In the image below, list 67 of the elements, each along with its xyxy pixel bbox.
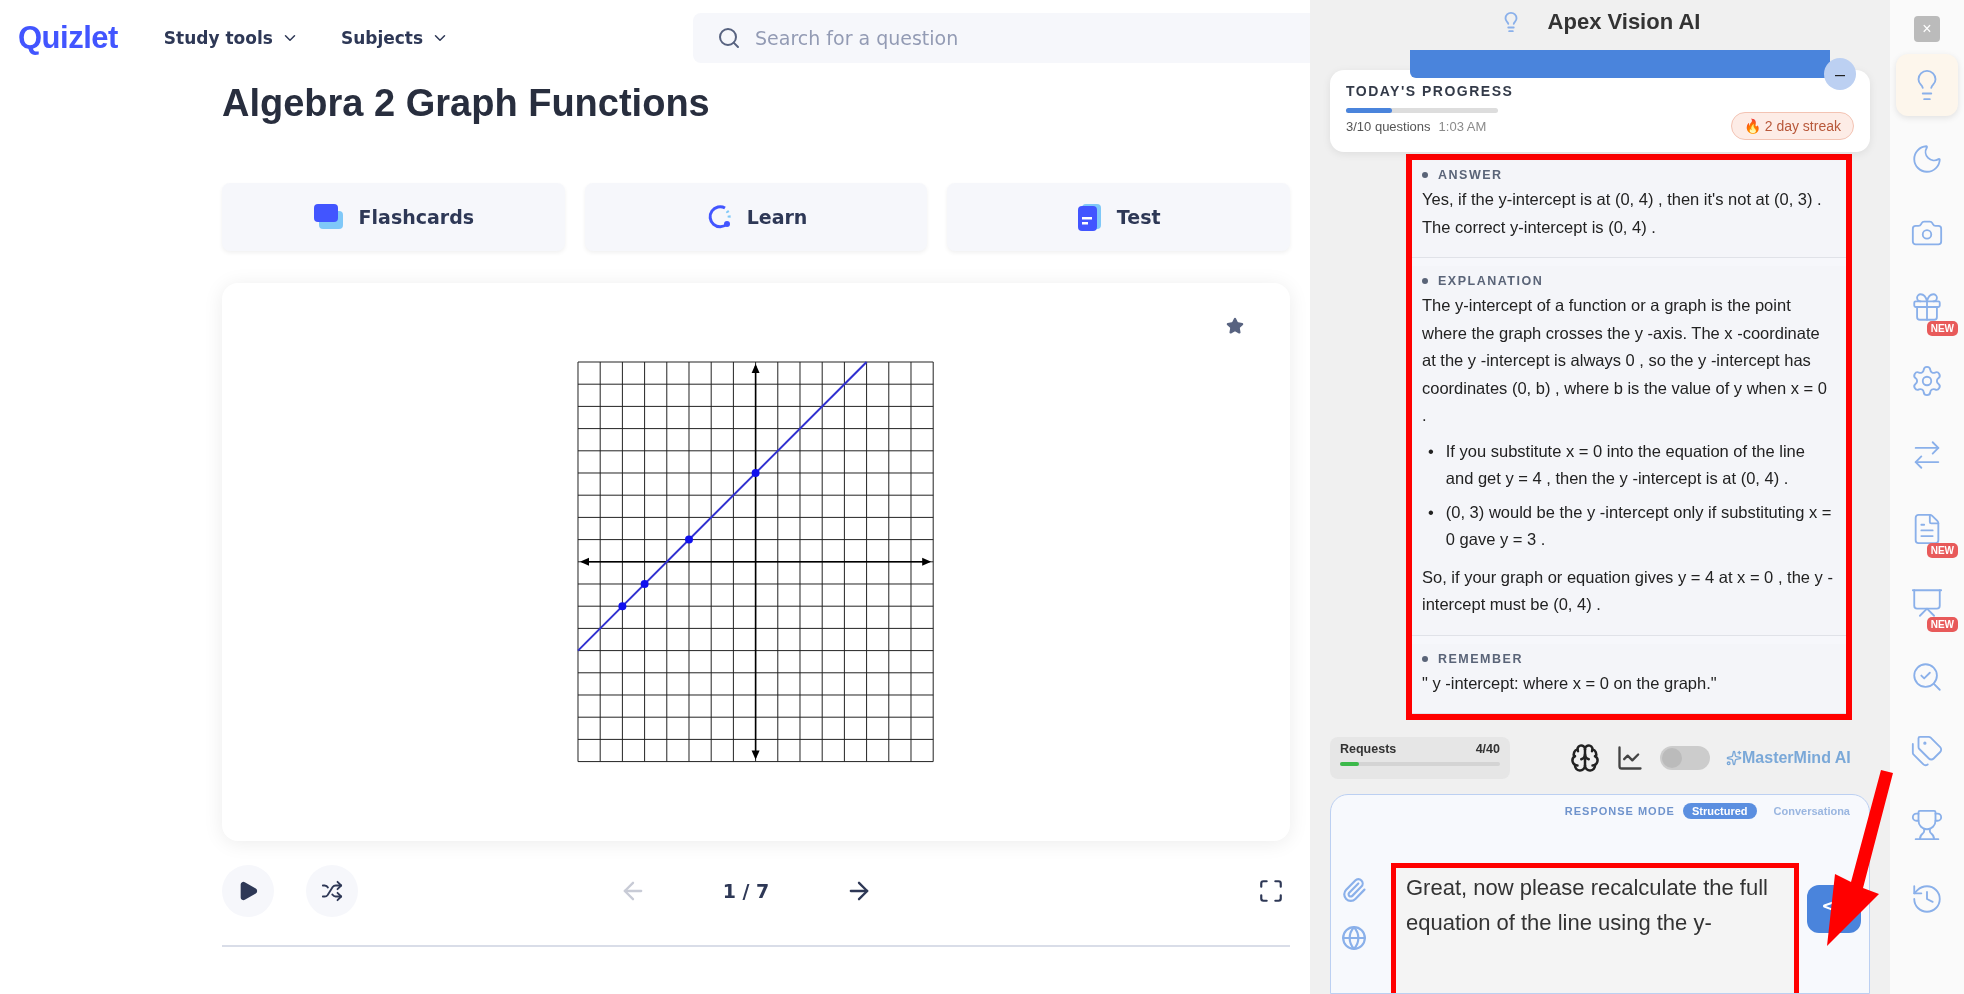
search-icon — [717, 26, 741, 50]
mode-option[interactable]: Structured — [1682, 803, 1757, 819]
question-count: 3/10 questions — [1346, 119, 1431, 134]
new-badge: NEW — [1926, 617, 1958, 632]
magnifier-icon — [1910, 660, 1944, 694]
message-input[interactable]: Great, now please recalculate the full equation of the line using the y- — [1396, 868, 1794, 942]
quizlet-logo[interactable]: Quizlet — [18, 20, 118, 56]
section-heading: REMEMBER — [1438, 651, 1523, 666]
answer-text: So, if your graph or equation gives y = 4 at x = 0 , the y -intercept must be (0, 4) . — [1422, 566, 1834, 615]
toolbar-button[interactable]: NEW — [1896, 498, 1958, 560]
fullscreen-icon — [1258, 878, 1284, 904]
list-item: If you substitute x = 0 into the equation of the line and get y = 4 , then the y -intercept is at (0, 4) . — [1445, 440, 1806, 489]
progress-heading: TODAY'S PROGRESS — [1346, 83, 1514, 99]
toolbar-button[interactable]: NEW — [1896, 572, 1958, 634]
nav-menu[interactable]: Study tools — [157, 27, 305, 49]
set-title: Algebra 2 Graph Functions — [222, 82, 711, 125]
sparkle-icon — [1726, 750, 1742, 766]
graph-point — [752, 469, 760, 478]
section-heading: ANSWER — [1438, 168, 1503, 182]
moon-icon — [1910, 142, 1944, 176]
new-badge: NEW — [1926, 321, 1958, 336]
settings-icon — [1910, 364, 1944, 398]
mastermind-label: MasterMind AI — [1742, 749, 1851, 767]
graph-point — [618, 602, 627, 611]
nav-menu[interactable]: Subjects — [334, 27, 456, 49]
flashcard[interactable] — [222, 283, 1290, 841]
toolbar-button[interactable] — [1896, 54, 1958, 116]
chart-icon[interactable] — [1616, 744, 1644, 772]
graph-point — [641, 580, 649, 589]
brain-icon[interactable] — [1570, 743, 1600, 773]
globe-icon[interactable] — [1341, 925, 1367, 951]
requests-count: 4/40 — [1475, 742, 1500, 756]
toolbar-button[interactable]: NEW — [1896, 276, 1958, 338]
flashcards-icon — [312, 203, 345, 231]
star-icon[interactable] — [1226, 317, 1244, 335]
history-icon — [1910, 882, 1944, 916]
new-badge: NEW — [1926, 543, 1958, 558]
presentation-icon — [1910, 586, 1944, 620]
card-counter: 1 / 7 — [722, 880, 770, 902]
bullet-dot — [1422, 655, 1428, 662]
answer-text: The y-intercept of a function or a graph is the point where the graph crosses the y -axis. The x -coordinate at the y -intercept is always 0 , so the y -intercept has coordinates (0, b) , where b is the value of y when x = 0 . — [1422, 295, 1828, 426]
section-heading: EXPLANATION — [1438, 274, 1544, 288]
answer-text: " y -intercept: where x = 0 on the graph." — [1422, 672, 1718, 694]
shuffle-icon — [321, 880, 343, 902]
timestamp: 1:03 AM — [1438, 119, 1487, 134]
response-mode-label: RESPONSE MODE — [1564, 805, 1675, 817]
requests-label: Requests — [1340, 742, 1397, 756]
mastermind-toggle[interactable] — [1660, 746, 1710, 770]
study-mode-button[interactable]: Flashcards — [222, 183, 565, 251]
study-mode-button[interactable]: Learn — [584, 183, 928, 251]
study-mode-button[interactable]: Test — [947, 183, 1290, 251]
graph-point — [685, 535, 694, 544]
list-item: (0, 3) would be the y -intercept only if substituting x = 0 gave y = 3 . — [1445, 501, 1833, 550]
gift-icon — [1910, 290, 1944, 324]
shuffle-button[interactable] — [306, 865, 358, 917]
test-icon — [1076, 202, 1103, 232]
tag-icon — [1910, 734, 1944, 768]
bullet-dot — [1422, 278, 1428, 284]
bullet-marker: • — [1428, 440, 1434, 462]
bullet-marker: • — [1428, 501, 1434, 523]
panel-title: Apex Vision AI — [1547, 9, 1701, 35]
streak-badge: 🔥 2 day streak — [1730, 112, 1854, 140]
trophy-icon — [1910, 808, 1944, 842]
play-button[interactable] — [222, 865, 274, 917]
bullet-dot — [1422, 172, 1428, 178]
answer-text: Yes, if the y-intercept is at (0, 4) , then it's not at (0, 3) . The correct y-intercept is (0, 4) . — [1422, 189, 1823, 238]
attach-icon[interactable] — [1341, 877, 1367, 903]
